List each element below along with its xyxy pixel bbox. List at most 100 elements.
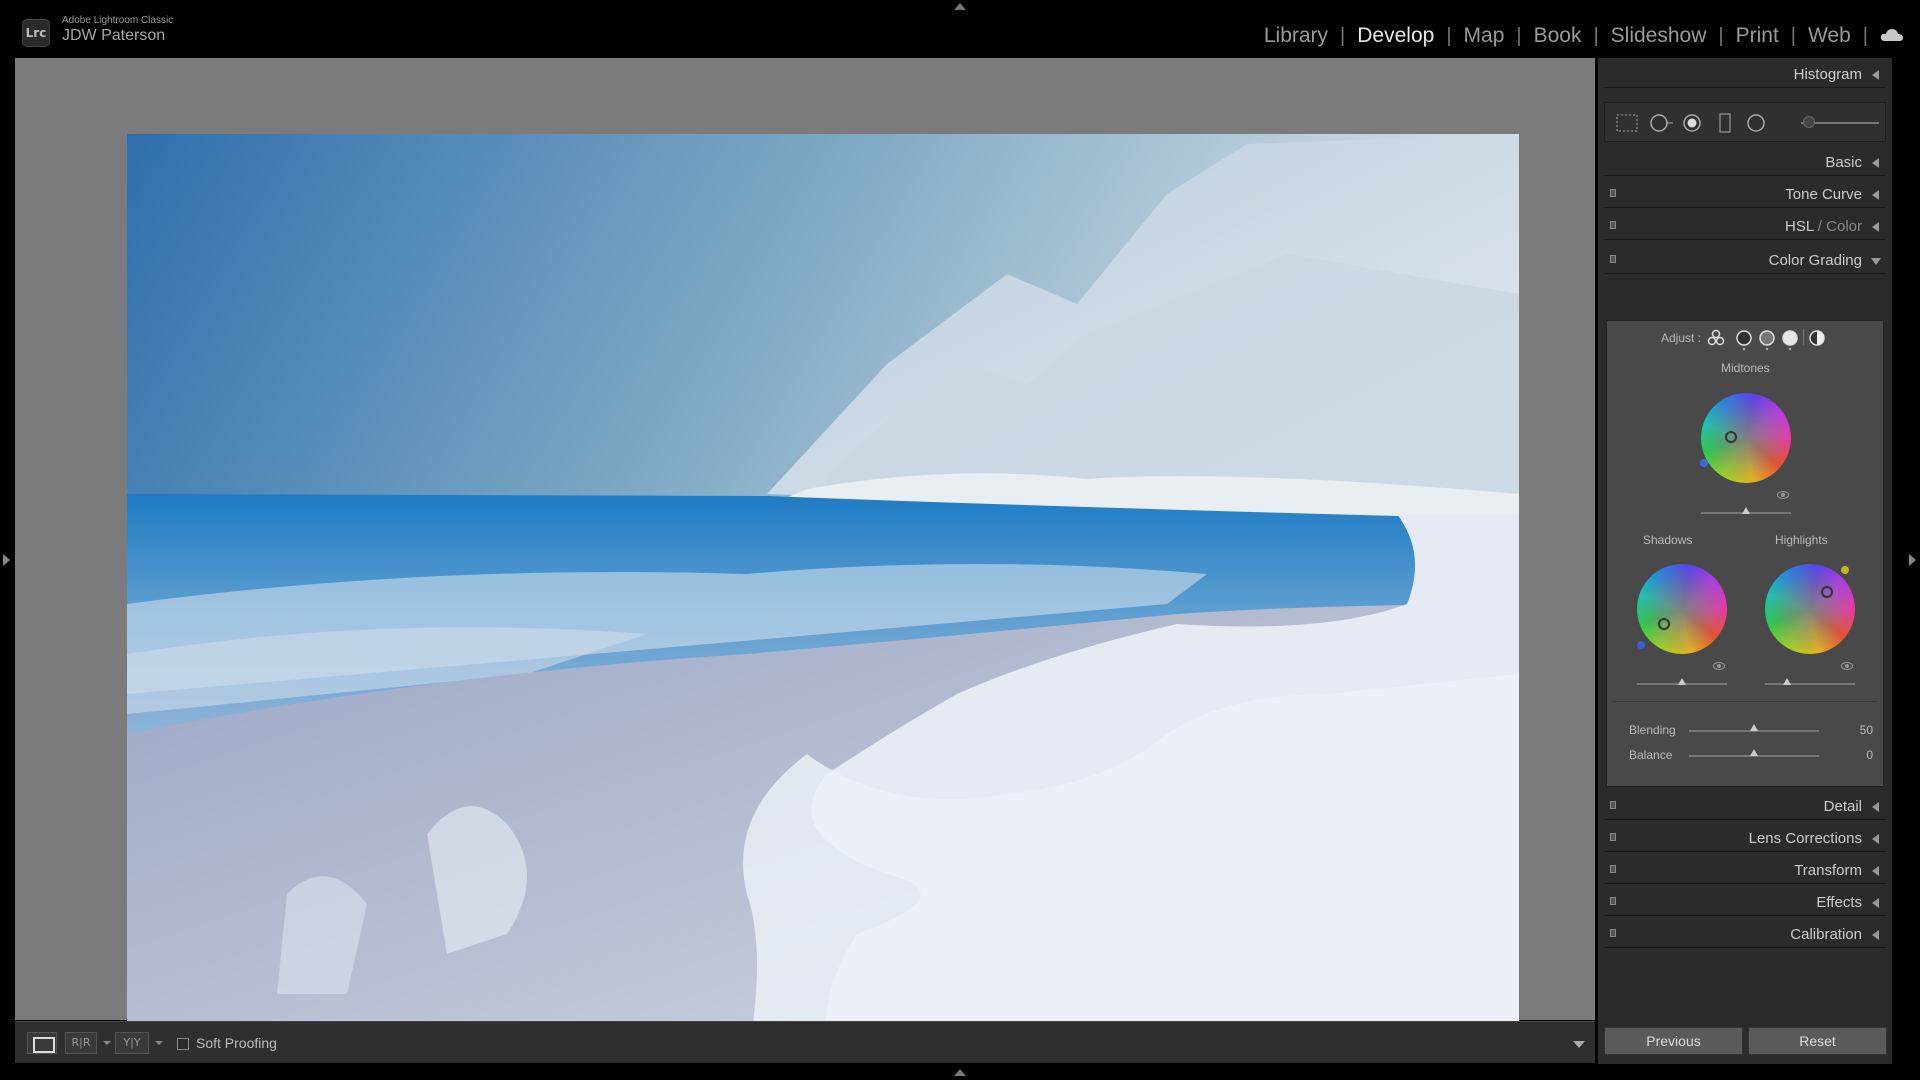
collapse-triangle-icon <box>1872 802 1879 812</box>
panel-lens-corrections-title: Lens Corrections <box>1748 830 1862 847</box>
panel-switch-icon[interactable] <box>1610 833 1616 841</box>
previous-button[interactable]: Previous <box>1604 1027 1743 1055</box>
panel-switch-icon[interactable] <box>1610 897 1616 905</box>
bottom-panel-toggle-arrow[interactable] <box>954 1069 966 1076</box>
tool-slider-knob[interactable] <box>1803 116 1815 128</box>
eye-icon[interactable] <box>1777 491 1789 499</box>
cloud-sync-icon[interactable] <box>1880 28 1904 42</box>
panel-detail[interactable]: Detail <box>1604 792 1886 820</box>
module-develop[interactable]: Develop <box>1345 24 1446 48</box>
midtones-color-wheel[interactable] <box>1701 393 1791 483</box>
left-panel-toggle-arrow[interactable] <box>3 554 10 566</box>
shadows-color-wheel[interactable] <box>1637 564 1727 654</box>
panel-transform[interactable]: Transform <box>1604 856 1886 884</box>
spot-removal-icon[interactable] <box>1649 113 1675 133</box>
app-name: Adobe Lightroom Classic <box>62 15 174 26</box>
right-panel-toggle-arrow[interactable] <box>1909 554 1916 566</box>
radial-filter-icon[interactable] <box>1745 113 1767 133</box>
soft-proofing-label: Soft Proofing <box>196 1035 277 1051</box>
panel-calibration[interactable]: Calibration <box>1604 920 1886 948</box>
graduated-filter-icon[interactable] <box>1717 113 1733 133</box>
panel-hsl-color[interactable]: HSL / Color <box>1604 212 1886 240</box>
balance-slider-knob[interactable] <box>1750 749 1758 756</box>
module-map[interactable]: Map <box>1452 24 1517 48</box>
collapse-triangle-icon <box>1872 190 1879 200</box>
before-after-caret-icon[interactable] <box>103 1041 111 1045</box>
highlights-label: Highlights <box>1775 533 1828 547</box>
shadows-view-icon[interactable] <box>1735 329 1753 351</box>
tab-hsl[interactable]: HSL <box>1785 218 1814 235</box>
blending-label: Blending <box>1629 723 1676 737</box>
midtones-view-icon[interactable] <box>1758 329 1776 351</box>
photo-preview[interactable] <box>127 134 1519 1061</box>
collapse-triangle-icon <box>1872 222 1879 232</box>
panel-tone-curve[interactable]: Tone Curve <box>1604 180 1886 208</box>
shadows-wheel-handle[interactable] <box>1658 618 1670 630</box>
eye-icon[interactable] <box>1841 662 1853 670</box>
loupe-view-button[interactable] <box>27 1032 57 1054</box>
reset-button[interactable]: Reset <box>1748 1027 1887 1055</box>
module-library[interactable]: Library <box>1252 24 1340 48</box>
panel-calibration-title: Calibration <box>1790 926 1862 943</box>
panel-basic[interactable]: Basic <box>1604 148 1886 176</box>
highlights-luminance-knob[interactable] <box>1783 678 1791 685</box>
identity-plate-user[interactable]: JDW Paterson <box>62 27 165 45</box>
panel-switch-icon[interactable] <box>1610 801 1616 809</box>
module-book[interactable]: Book <box>1522 24 1594 48</box>
panel-switch-icon[interactable] <box>1610 255 1616 263</box>
shadows-luminance-knob[interactable] <box>1678 678 1686 685</box>
panel-lens-corrections[interactable]: Lens Corrections <box>1604 824 1886 852</box>
highlights-color-wheel[interactable] <box>1765 564 1855 654</box>
panel-switch-icon[interactable] <box>1610 865 1616 873</box>
panel-switch-icon[interactable] <box>1610 189 1616 197</box>
blending-value[interactable]: 50 <box>1843 723 1873 737</box>
panel-switch-icon[interactable] <box>1610 929 1616 937</box>
eye-icon[interactable] <box>1713 662 1725 670</box>
highlights-wheel-handle[interactable] <box>1821 586 1833 598</box>
module-web[interactable]: Web <box>1796 24 1863 48</box>
toolbar-menu-arrow[interactable] <box>1573 1041 1585 1048</box>
balance-value[interactable]: 0 <box>1843 748 1873 762</box>
panel-effects-title: Effects <box>1816 894 1862 911</box>
module-picker: Library | Develop | Map | Book | Slidesh… <box>1252 24 1868 48</box>
midtones-luminance-knob[interactable] <box>1742 507 1750 514</box>
adjust-label: Adjust : <box>1661 331 1702 345</box>
module-print[interactable]: Print <box>1724 24 1791 48</box>
right-panel: Histogram Basic Tone Curve HSL / Color C… <box>1598 58 1892 1020</box>
image-canvas <box>15 58 1595 1061</box>
global-view-icon[interactable] <box>1808 329 1826 347</box>
swap-caret-icon[interactable] <box>155 1041 163 1045</box>
panel-color-grading[interactable]: Color Grading <box>1604 246 1886 274</box>
highlights-luminance-track[interactable] <box>1765 683 1855 685</box>
soft-proofing-checkbox[interactable] <box>177 1038 189 1050</box>
red-eye-icon[interactable] <box>1681 113 1703 133</box>
collapse-triangle-icon <box>1872 834 1879 844</box>
shadows-hue-dot[interactable] <box>1637 641 1645 649</box>
balance-label: Balance <box>1629 748 1673 762</box>
midtones-hue-dot[interactable] <box>1700 459 1708 467</box>
panel-effects[interactable]: Effects <box>1604 888 1886 916</box>
collapse-triangle-icon <box>1872 866 1879 876</box>
tab-color[interactable]: Color <box>1826 218 1862 235</box>
before-after-button[interactable]: R|R <box>65 1032 97 1054</box>
panel-switch-icon[interactable] <box>1610 221 1616 229</box>
panel-histogram-title: Histogram <box>1793 66 1862 83</box>
develop-toolbar: R|R Y|Y Soft Proofing <box>15 1021 1595 1063</box>
tool-strip <box>1604 102 1886 142</box>
panel-histogram[interactable]: Histogram <box>1604 60 1886 88</box>
highlights-view-icon[interactable] <box>1781 329 1799 351</box>
midtones-label: Midtones <box>1721 361 1770 375</box>
module-slideshow[interactable]: Slideshow <box>1599 24 1719 48</box>
before-after-swap-button[interactable]: Y|Y <box>115 1032 149 1054</box>
panel-detail-title: Detail <box>1823 798 1862 815</box>
crop-tool-icon[interactable] <box>1615 113 1639 133</box>
highlights-hue-dot[interactable] <box>1841 566 1849 574</box>
top-panel-toggle-arrow[interactable] <box>954 3 966 10</box>
panel-basic-title: Basic <box>1825 154 1862 171</box>
blending-slider-knob[interactable] <box>1750 724 1758 731</box>
collapse-triangle-icon <box>1872 930 1879 940</box>
collapse-triangle-icon <box>1872 70 1879 80</box>
midtones-wheel-handle[interactable] <box>1725 431 1737 443</box>
panel-color-grading-title: Color Grading <box>1768 252 1862 269</box>
three-way-view-icon[interactable] <box>1707 329 1725 347</box>
